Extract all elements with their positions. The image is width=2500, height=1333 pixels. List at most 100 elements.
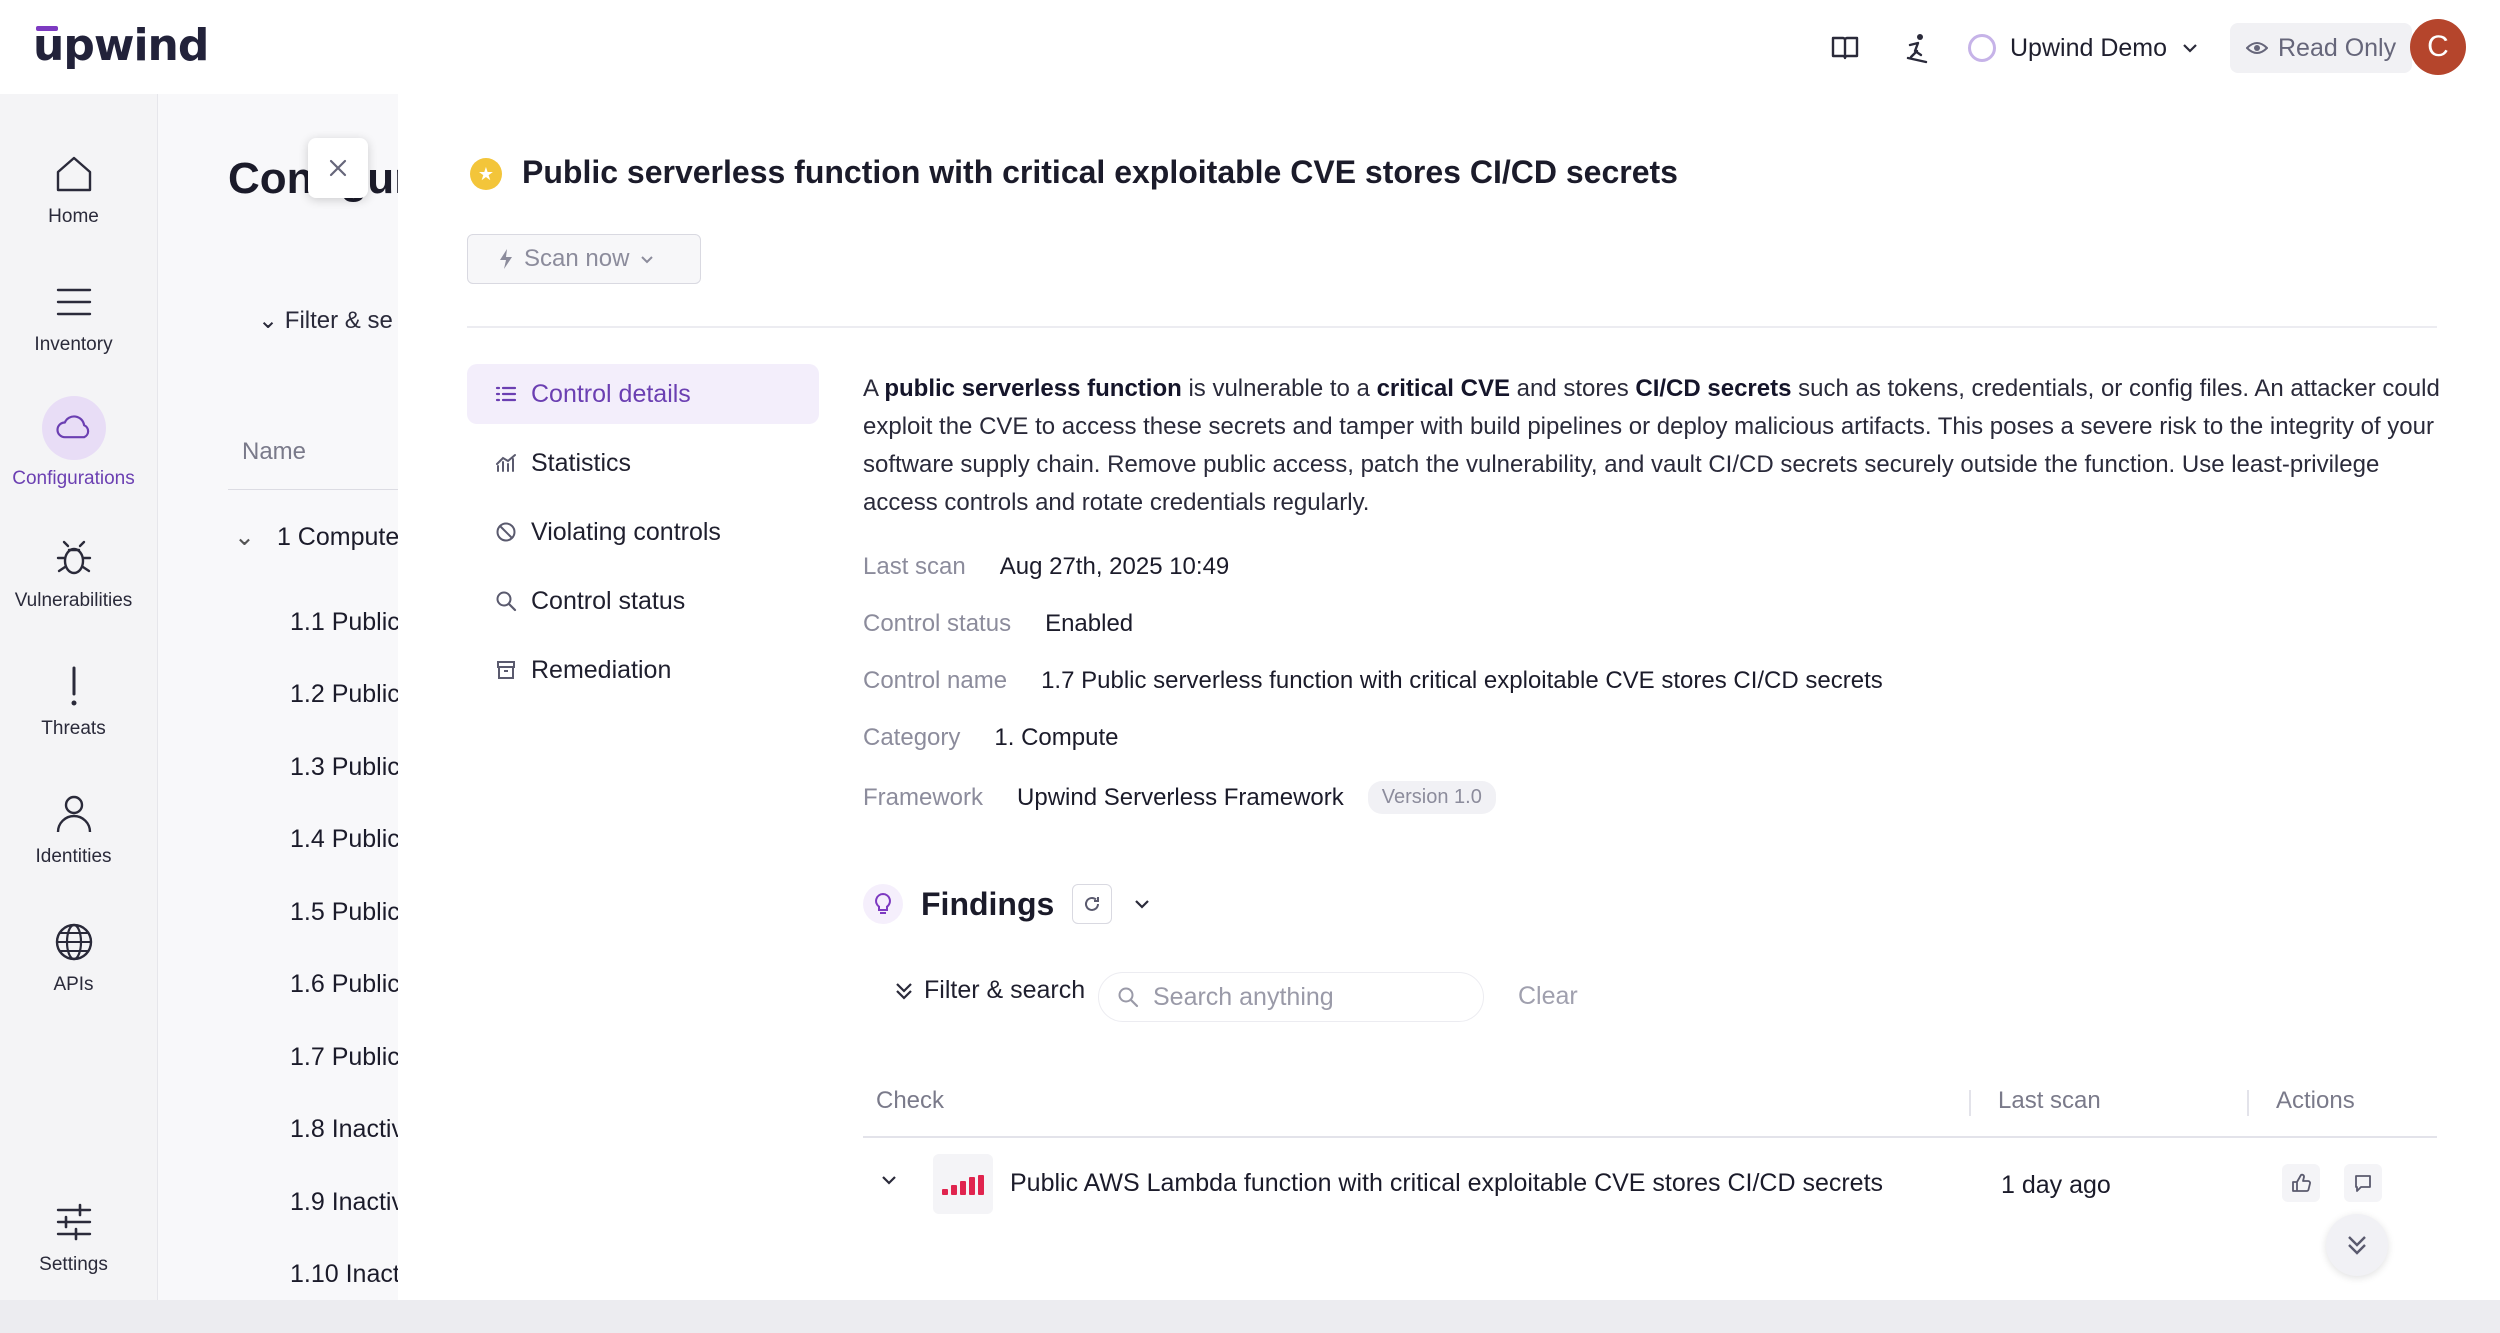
meta-label: Last scan: [863, 553, 966, 580]
workspace-selector[interactable]: Upwind Demo: [1968, 26, 2199, 70]
list-item[interactable]: 1.10 Inact: [290, 1260, 398, 1289]
list-item[interactable]: 1.8 Inactiv: [290, 1115, 398, 1144]
column-header-actions: Actions: [2276, 1087, 2355, 1114]
desc-text: A: [863, 375, 885, 402]
refresh-icon: [1085, 896, 1100, 911]
meta-last-scan: Last scan Aug 27th, 2025 10:49: [863, 553, 1229, 581]
upwind-logo[interactable]: upwind: [33, 20, 209, 71]
sidebar-item-threats[interactable]: Threats: [0, 662, 147, 740]
sidebar-item-apis[interactable]: APIs: [0, 918, 147, 996]
configurations-page: Configur ⌄ Filter & se Name ⌄1 Compute 1…: [158, 94, 398, 1333]
filter-search-toggle[interactable]: ⌄ Filter & se: [258, 306, 393, 335]
filter-search-toggle[interactable]: Filter & search: [894, 976, 1085, 1005]
column-divider: [2247, 1090, 2249, 1116]
comment-button[interactable]: [2344, 1164, 2382, 1202]
meta-label: Framework: [863, 783, 984, 811]
top-header: upwind Upwind Demo Read Only C: [0, 0, 2500, 95]
star-badge-icon: ★: [470, 158, 502, 190]
scan-now-button[interactable]: Scan now: [467, 234, 701, 284]
comment-icon: [2355, 1175, 2371, 1192]
home-icon: [56, 156, 91, 192]
finding-last-scan: 1 day ago: [2001, 1171, 2111, 1199]
list-item[interactable]: 1.1 Public: [290, 608, 398, 637]
refresh-button[interactable]: [1072, 884, 1113, 924]
header-divider: [467, 326, 2437, 328]
thumbs-up-icon: [2292, 1173, 2311, 1192]
chevron-down-icon: [2183, 44, 2197, 53]
list-item[interactable]: 1.6 Public: [290, 970, 398, 999]
menu-item-control-details[interactable]: Control details: [467, 364, 819, 424]
meta-value: Aug 27th, 2025 10:49: [999, 553, 1230, 580]
exclamation-icon: [71, 666, 76, 706]
desc-bold: CI/CD secrets: [1635, 375, 1792, 402]
expand-chevron-icon[interactable]: [878, 1169, 900, 1191]
desc-text: is vulnerable to a: [1181, 375, 1377, 402]
sidebar-item-vulnerabilities[interactable]: Vulnerabilities: [0, 534, 147, 612]
column-divider: [1969, 1090, 1971, 1116]
list-item[interactable]: 1.9 Inactiv: [290, 1188, 398, 1217]
group-row[interactable]: ⌄ 1 Compute: [234, 522, 398, 552]
book-icon[interactable]: [1825, 28, 1865, 68]
list-item[interactable]: 1.7 Public: [290, 1043, 398, 1072]
cloud-icon: [55, 415, 89, 439]
workspace-name: Upwind Demo: [2010, 33, 2168, 62]
drawer-menu: Control details Statistics Violating con…: [467, 364, 819, 709]
meta-label: Category: [863, 724, 961, 751]
meta-label: Control name: [863, 667, 1008, 694]
group-label: 1 Compute: [276, 523, 398, 551]
menu-lines-icon: [56, 288, 91, 316]
sidebar-item-configurations[interactable]: Configurations: [0, 396, 147, 490]
clear-button[interactable]: Clear: [1518, 982, 1578, 1011]
sidebar-item-settings[interactable]: Settings: [0, 1198, 147, 1276]
list-item[interactable]: 1.5 Public: [290, 898, 398, 927]
read-only-badge[interactable]: Read Only: [2230, 23, 2413, 73]
sidebar-item-inventory[interactable]: Inventory: [0, 278, 147, 356]
column-header-check[interactable]: Check: [876, 1087, 944, 1115]
eye-icon: [2246, 42, 2268, 54]
sidebar-item-label: Threats: [41, 718, 106, 739]
desc-text: and stores: [1509, 375, 1636, 402]
avatar[interactable]: C: [2410, 19, 2466, 75]
meta-framework: Framework Upwind Serverless Framework Ve…: [863, 781, 1496, 814]
double-chevron-down-icon: [896, 982, 912, 1000]
finding-check[interactable]: Public AWS Lambda function with critical…: [1010, 1169, 1883, 1198]
sidebar-item-home[interactable]: Home: [0, 150, 147, 228]
menu-item-statistics[interactable]: Statistics: [467, 433, 819, 493]
sidebar-item-label: Home: [48, 206, 99, 227]
sidebar-item-label: APIs: [53, 974, 94, 995]
chevron-down-icon: [641, 256, 654, 264]
skier-icon[interactable]: [1896, 28, 1936, 68]
findings-title: Findings: [921, 885, 1055, 922]
read-only-label: Read Only: [2278, 33, 2397, 62]
control-description: A public serverless function is vulnerab…: [863, 370, 2443, 522]
sidebar-item-label: Inventory: [34, 334, 113, 355]
list-item[interactable]: 1.4 Public: [290, 825, 398, 854]
double-chevron-down-icon: [2348, 1236, 2366, 1255]
list-item[interactable]: 1.2 Public: [290, 680, 398, 709]
menu-item-control-status[interactable]: Control status: [467, 571, 819, 631]
list-item[interactable]: 1.3 Public: [290, 753, 398, 782]
close-drawer-button[interactable]: [308, 138, 368, 198]
column-header-name: Name: [242, 438, 307, 465]
desc-bold: critical CVE: [1376, 375, 1510, 402]
sidebar-item-label: Configurations: [12, 468, 135, 489]
column-header-last-scan[interactable]: Last scan: [1998, 1087, 2101, 1115]
sliders-icon: [56, 1203, 91, 1241]
menu-item-label: Statistics: [531, 448, 632, 477]
chevron-down-icon[interactable]: [1132, 894, 1152, 914]
sidebar-item-identities[interactable]: Identities: [0, 790, 147, 868]
search-input[interactable]: [1151, 981, 1455, 1013]
scroll-down-button[interactable]: [2326, 1214, 2388, 1276]
search-input-wrapper: [1098, 972, 1484, 1022]
thumbs-up-button[interactable]: [2282, 1164, 2320, 1202]
menu-item-label: Control details: [531, 379, 691, 408]
bottom-edge: [0, 1300, 2500, 1333]
menu-item-remediation[interactable]: Remediation: [467, 640, 819, 700]
person-icon: [56, 795, 91, 833]
meta-value: 1.7 Public serverless function with crit…: [1041, 667, 1883, 694]
meta-value: Upwind Serverless Framework: [1017, 783, 1344, 811]
header-divider: [228, 489, 398, 490]
severity-critical-icon: [933, 1154, 993, 1214]
menu-item-violating-controls[interactable]: Violating controls: [467, 502, 819, 562]
list-icon: [495, 386, 517, 402]
